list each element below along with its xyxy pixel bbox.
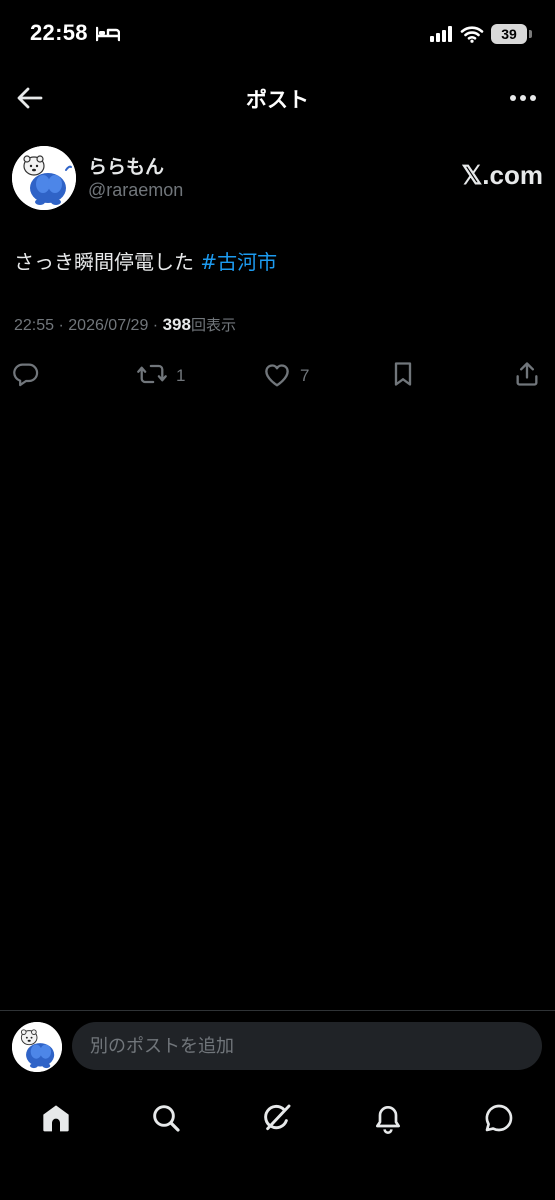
reply-input[interactable] bbox=[72, 1022, 542, 1070]
post-actions: 1 7 bbox=[0, 358, 555, 394]
notifications-icon[interactable] bbox=[368, 1098, 408, 1138]
repost-count: 1 bbox=[176, 366, 186, 385]
reply-icon bbox=[12, 360, 40, 392]
repost-button[interactable]: 1 bbox=[136, 358, 185, 394]
grok-icon[interactable] bbox=[257, 1098, 297, 1138]
reply-button[interactable] bbox=[12, 358, 40, 394]
bottom-nav bbox=[0, 1086, 555, 1146]
more-icon[interactable] bbox=[505, 80, 541, 116]
repost-icon bbox=[136, 360, 168, 392]
bookmark-button[interactable] bbox=[390, 358, 416, 394]
home-icon[interactable] bbox=[36, 1098, 76, 1138]
battery-tip bbox=[529, 30, 532, 38]
post-meta: 22:55 · 2026/07/29 · 398回表示 bbox=[14, 314, 236, 335]
status-time: 22:58 bbox=[30, 20, 88, 45]
views-count[interactable]: 398 bbox=[163, 315, 191, 334]
hashtag-link[interactable]: #古河市 bbox=[200, 250, 277, 274]
share-button[interactable] bbox=[513, 358, 541, 394]
like-button[interactable]: 7 bbox=[262, 358, 309, 394]
source-label: 𝕏.com bbox=[461, 160, 543, 190]
avatar[interactable] bbox=[12, 146, 76, 210]
share-icon bbox=[513, 360, 541, 392]
author-name[interactable]: ららもん bbox=[88, 152, 164, 179]
wifi-icon bbox=[460, 25, 484, 47]
status-bar: 22:58 39 bbox=[0, 0, 555, 70]
post-author: ららもん @raraemon 𝕏.com bbox=[12, 146, 543, 210]
author-handle[interactable]: @raraemon bbox=[88, 180, 183, 201]
post-text: さっき瞬間停電した #古河市 bbox=[14, 246, 277, 275]
bookmark-icon bbox=[390, 360, 416, 392]
reply-composer bbox=[0, 1020, 555, 1074]
post-time: 22:55 bbox=[14, 317, 55, 334]
page-title: ポスト bbox=[246, 88, 309, 112]
meta-separator: · bbox=[54, 317, 69, 334]
post-date: 2026/07/29 bbox=[68, 317, 149, 334]
composer-divider bbox=[0, 1010, 555, 1011]
top-header: ポスト bbox=[0, 70, 555, 126]
messages-icon[interactable] bbox=[479, 1098, 519, 1138]
search-icon[interactable] bbox=[146, 1098, 186, 1138]
battery-icon: 39 bbox=[491, 24, 527, 44]
like-icon bbox=[262, 360, 292, 392]
avatar[interactable] bbox=[12, 1022, 62, 1072]
post-body: さっき瞬間停電した bbox=[14, 250, 201, 274]
bed-icon bbox=[95, 26, 121, 46]
views-label: 回表示 bbox=[190, 316, 236, 334]
like-count: 7 bbox=[300, 366, 310, 385]
meta-separator-2: · bbox=[148, 317, 163, 334]
cellular-signal-icon bbox=[430, 26, 454, 46]
